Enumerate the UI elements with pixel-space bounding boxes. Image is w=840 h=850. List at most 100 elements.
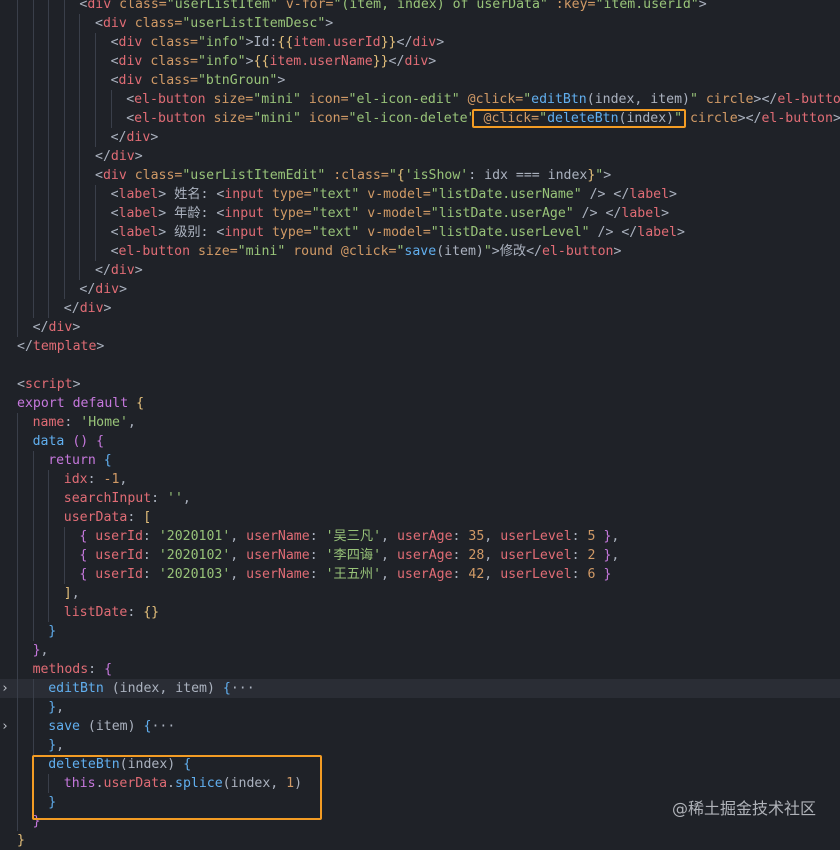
code-token: @click= [332,244,397,259]
indent-guide [17,33,18,52]
code-line[interactable]: export default { [0,394,840,413]
code-token: v-model= [359,206,431,221]
code-line[interactable]: <div class="info">{{item.userName}}</div… [0,52,840,71]
code-line[interactable]: deleteBtn(index) { [0,755,840,774]
code-line[interactable]: › editBtn (index, item) {··· [0,679,840,698]
code-token: label [637,225,677,240]
code-line[interactable]: <div class="btnGroun"> [0,71,840,90]
code-token: "userListItemDesc" [182,16,326,31]
code-line[interactable]: searchInput: '', [0,489,840,508]
code-line[interactable]: </template> [0,337,840,356]
code-token: 35 [468,529,485,544]
code-line[interactable]: } [0,622,840,641]
code-line[interactable]: <el-button size="mini" icon="el-icon-edi… [0,90,840,109]
code-token: '2020101' [158,529,231,544]
indent-guide [17,71,18,90]
indent-guide [48,147,50,166]
indent-guide [63,14,65,33]
code-token: > [72,377,81,392]
indent-guide [17,717,18,736]
code-line[interactable] [0,356,840,375]
code-token: } [48,700,57,715]
code-line[interactable]: › save (item) {··· [0,717,840,736]
code-line[interactable]: <div class="info">Id:{{item.userId}}</di… [0,33,840,52]
code-token: }} [372,54,389,69]
code-line[interactable]: <el-button size="mini" icon="el-icon-del… [0,109,840,128]
indent-guide [79,71,81,90]
code-line[interactable]: <div class="userListItemDesc"> [0,14,840,33]
code-token: } [595,529,612,544]
indent-guide [17,280,18,299]
code-token: : [87,472,104,487]
code-line[interactable]: { userId: '2020101', userName: '吴三凡', us… [0,527,840,546]
fold-chevron-icon[interactable]: › [1,679,11,698]
indent-guide [48,470,50,489]
code-line[interactable]: <script> [0,375,840,394]
code-line[interactable]: <div class="userListItem" v-for="(item, … [0,0,840,14]
indent-guide [17,204,18,223]
indent-guide [17,147,18,166]
code-line[interactable]: name: 'Home', [0,413,840,432]
code-line[interactable]: <el-button size="mini" round @click="sav… [0,242,840,261]
fold-chevron-icon[interactable]: › [1,717,11,736]
code-token: editBtn [531,92,587,107]
code-line[interactable]: <label> 姓名: <input type="text" v-model="… [0,185,840,204]
code-line[interactable]: listDate: {} [0,603,840,622]
code-line[interactable]: return { [0,451,840,470]
code-token: listDate [63,605,128,620]
code-line[interactable]: }, [0,641,840,660]
code-token: "userListItem" [166,0,278,12]
code-token: : [127,605,144,620]
indent-guide [48,280,50,299]
code-token: } [595,548,612,563]
indent-guide [95,242,96,261]
code-token: userLevel [500,567,572,582]
code-token: > [134,149,143,164]
code-text: </div> [111,128,159,147]
code-token: (index, item) [103,681,223,696]
code-line[interactable]: <label> 级别: <input type="text" v-model="… [0,223,840,242]
code-editor[interactable]: <div class="userListItem" v-for="(item, … [0,0,840,848]
code-line[interactable]: </div> [0,280,840,299]
code-line[interactable]: this.userData.splice(index, 1) [0,774,840,793]
indent-guide [32,451,34,470]
code-line[interactable]: </div> [0,318,840,337]
code-text: <div class="userListItemDesc"> [95,14,333,33]
code-token: () [72,434,89,449]
code-token: </ [526,244,542,259]
code-token: '2020103' [158,567,231,582]
indent-guide [32,166,34,185]
code-token: } [48,624,57,639]
code-line[interactable]: idx: -1, [0,470,840,489]
code-line[interactable]: <div class="userListItemEdit" :class="{'… [0,166,840,185]
code-token: label [629,187,670,202]
code-line[interactable]: { userId: '2020103', userName: '王五州', us… [0,565,840,584]
code-text: </div> [64,299,112,318]
code-line[interactable]: }, [0,698,840,717]
indent-guide [79,128,81,147]
code-token: > [96,339,105,354]
indent-guide [32,546,34,565]
code-token: > [698,0,707,12]
code-line[interactable]: userData: [ [0,508,840,527]
code-token: < [17,377,25,392]
indent-guide [63,546,65,565]
code-text: </div> [79,280,127,299]
code-line[interactable]: ], [0,584,840,603]
indent-guide [17,14,18,33]
code-token: "listDate.userName" [430,187,582,202]
code-line[interactable]: methods: { [0,660,840,679]
indent-guide [17,527,18,546]
code-token: icon= [300,111,349,126]
code-line[interactable]: data () { [0,432,840,451]
code-line[interactable]: <label> 年龄: <input type="text" v-model="… [0,204,840,223]
code-token: -1 [103,472,120,487]
code-line[interactable]: </div> [0,147,840,166]
code-line[interactable]: }, [0,736,840,755]
code-line[interactable]: { userId: '2020102', userName: '李四诲', us… [0,546,840,565]
code-token: userAge [396,548,453,563]
code-line[interactable]: </div> [0,261,840,280]
code-text: } [48,793,56,812]
code-line[interactable]: </div> [0,128,840,147]
code-line[interactable]: </div> [0,299,840,318]
